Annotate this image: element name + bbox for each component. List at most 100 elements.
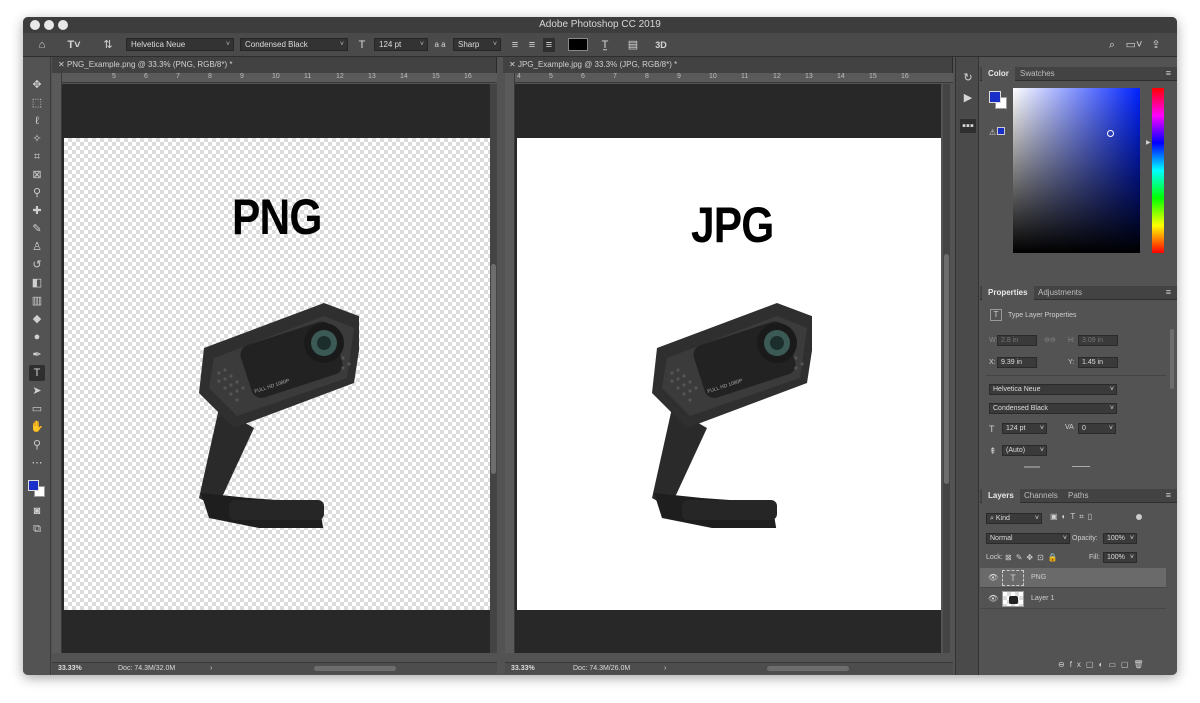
horizontal-scrollbar-thumb[interactable] <box>314 666 396 671</box>
scrollbar-thumb[interactable] <box>491 264 496 474</box>
lock-icons[interactable]: ⊠✎✥⊡🔒 <box>1005 553 1062 562</box>
scrollbar-thumb[interactable] <box>944 254 949 484</box>
tab-channels[interactable]: Channels <box>1018 489 1064 503</box>
properties-font-style[interactable]: Condensed Black ˅ <box>989 403 1117 414</box>
dodge-tool-icon[interactable]: ● <box>29 329 45 345</box>
tab-png-document[interactable]: ✕ PNG_Example.png @ 33.3% (PNG, RGB/8*) … <box>52 57 497 73</box>
rectangle-tool-icon[interactable]: ▭ <box>29 401 45 417</box>
zoom-tool-icon[interactable]: ⚲ <box>29 437 45 453</box>
antialias-select[interactable]: Sharp ˅ <box>453 38 501 51</box>
properties-font-size[interactable]: 124 pt ˅ <box>1002 423 1047 434</box>
type-tool-icon[interactable]: T <box>29 365 45 381</box>
horizontal-scrollbar-thumb[interactable] <box>767 666 849 671</box>
color-picker-field[interactable] <box>1013 88 1140 253</box>
layer-filter-kind[interactable]: ⌕ Kind ˅ <box>986 513 1042 524</box>
character-panel-icon[interactable]: ▤ <box>626 38 640 52</box>
visibility-eye-icon[interactable]: 👁 <box>988 573 998 582</box>
canvas-png-transparent[interactable]: PNG FULL HD 1080P <box>64 138 490 610</box>
properties-font-family[interactable]: Helvetica Neue ˅ <box>989 384 1117 395</box>
blur-tool-icon[interactable]: ◆ <box>29 311 45 327</box>
workspace-icon[interactable]: ▭˅ <box>1125 38 1143 52</box>
tab-close-icon[interactable]: ✕ <box>509 60 518 69</box>
y-field[interactable]: 1.45 in <box>1078 357 1118 368</box>
screen-mode-icon[interactable]: ⧉ <box>29 521 45 537</box>
gamut-warning-icon[interactable]: ⚠ <box>989 127 1006 137</box>
link-icon[interactable]: ⊖⊖ <box>1044 336 1056 344</box>
hand-tool-icon[interactable]: ✋ <box>29 419 45 435</box>
text-color-swatch[interactable] <box>568 38 588 51</box>
opacity-field[interactable]: 100% ˅ <box>1103 533 1137 544</box>
properties-scrollbar[interactable] <box>1170 329 1174 389</box>
tab-color[interactable]: Color <box>982 67 1015 81</box>
filter-toggle-icon[interactable] <box>1136 514 1142 520</box>
tab-paths[interactable]: Paths <box>1062 489 1094 503</box>
canvas-text-png[interactable]: PNG <box>232 188 322 246</box>
hue-slider-handle[interactable]: ▶ <box>1146 139 1151 146</box>
hue-slider[interactable] <box>1152 88 1164 253</box>
visibility-eye-icon[interactable]: 👁 <box>988 594 998 603</box>
gradient-tool-icon[interactable]: ▥ <box>29 293 45 309</box>
fill-field[interactable]: 100% ˅ <box>1103 552 1137 563</box>
marquee-tool-icon[interactable]: ⬚ <box>29 95 45 111</box>
blend-mode-select[interactable]: Normal ˅ <box>986 533 1070 544</box>
layer-filter-icons[interactable]: ▣◐T⌗▯ <box>1050 512 1096 522</box>
height-field[interactable]: 3.09 in <box>1078 335 1118 346</box>
layer-row-png[interactable]: 👁 T PNG <box>980 568 1166 588</box>
zoom-level[interactable]: 33.33% <box>58 663 82 675</box>
foreground-color-swatch[interactable] <box>28 480 39 491</box>
search-icon[interactable]: ⌕ <box>1105 38 1119 52</box>
tab-adjustments[interactable]: Adjustments <box>1032 286 1088 300</box>
scrollbar-png[interactable] <box>490 84 497 653</box>
canvas-text-jpg[interactable]: JPG <box>691 196 774 254</box>
color-foreground-swatch[interactable] <box>989 91 1001 103</box>
tab-properties[interactable]: Properties <box>982 286 1034 300</box>
font-style-select[interactable]: Condensed Black ˅ <box>240 38 348 51</box>
panel-menu-icon[interactable]: ≡ <box>1166 287 1171 297</box>
3d-button[interactable]: 3D <box>653 38 669 52</box>
text-orientation-icon[interactable]: ⇅ <box>99 38 117 52</box>
layer-row-layer-1[interactable]: 👁 Layer 1 <box>980 589 1166 609</box>
edit-toolbar-icon[interactable]: ⋯ <box>29 455 45 471</box>
tab-close-icon[interactable]: ✕ <box>58 60 67 69</box>
panel-menu-icon[interactable]: ≡ <box>1166 68 1171 78</box>
brush-tool-icon[interactable]: ✎ <box>29 221 45 237</box>
align-center-icon[interactable]: ≡ <box>526 38 538 52</box>
eyedropper-tool-icon[interactable]: ⚲ <box>29 185 45 201</box>
status-menu-arrow[interactable]: › <box>664 663 666 675</box>
healing-brush-tool-icon[interactable]: ✚ <box>29 203 45 219</box>
move-tool-icon[interactable]: ✥ <box>29 77 45 93</box>
leading-field[interactable]: (Auto) ˅ <box>1002 445 1047 456</box>
font-family-select[interactable]: Helvetica Neue ˅ <box>126 38 234 51</box>
magic-wand-tool-icon[interactable]: ✧ <box>29 131 45 147</box>
scrollbar-jpg[interactable] <box>943 84 950 653</box>
panel-menu-icon[interactable]: ≡ <box>1166 490 1171 500</box>
align-right-icon[interactable]: ≡ <box>543 38 555 52</box>
share-icon[interactable]: ⇪ <box>1149 38 1163 52</box>
tab-swatches[interactable]: Swatches <box>1014 67 1061 81</box>
width-field[interactable]: 2.8 in <box>997 335 1037 346</box>
history-brush-tool-icon[interactable]: ↺ <box>29 257 45 273</box>
type-tool-preset-icon[interactable]: T˅ <box>63 38 85 52</box>
layers-footer-icons[interactable]: ⊖fx▢◐▭▢🗑 <box>1058 660 1149 669</box>
font-size-select[interactable]: 124 pt ˅ <box>374 38 428 51</box>
tab-jpg-document[interactable]: ✕ JPG_Example.jpg @ 33.3% (JPG, RGB/8*) … <box>503 57 953 73</box>
home-icon[interactable]: ⌂ <box>35 38 49 52</box>
more-panels-icon[interactable]: ▪▪▪ <box>960 119 976 133</box>
tab-layers[interactable]: Layers <box>982 489 1020 503</box>
tracking-field[interactable]: 0 ˅ <box>1078 423 1116 434</box>
quick-mask-icon[interactable]: ◙ <box>29 503 45 519</box>
lasso-tool-icon[interactable]: ℓ <box>29 113 45 129</box>
color-picker-cursor[interactable] <box>1107 130 1114 137</box>
clone-stamp-tool-icon[interactable]: ♙ <box>29 239 45 255</box>
layer-name[interactable]: Layer 1 <box>1031 595 1054 602</box>
pen-tool-icon[interactable]: ✒ <box>29 347 45 363</box>
layer-name[interactable]: PNG <box>1031 574 1046 581</box>
align-left-icon[interactable]: ≡ <box>509 38 521 52</box>
eraser-tool-icon[interactable]: ◧ <box>29 275 45 291</box>
status-menu-arrow[interactable]: › <box>210 663 212 675</box>
path-selection-tool-icon[interactable]: ➤ <box>29 383 45 399</box>
frame-tool-icon[interactable]: ⊠ <box>29 167 45 183</box>
crop-tool-icon[interactable]: ⌗ <box>29 149 45 165</box>
canvas-jpg-white[interactable]: JPG FULL HD 1080P <box>517 138 941 610</box>
x-field[interactable]: 9.39 in <box>997 357 1037 368</box>
